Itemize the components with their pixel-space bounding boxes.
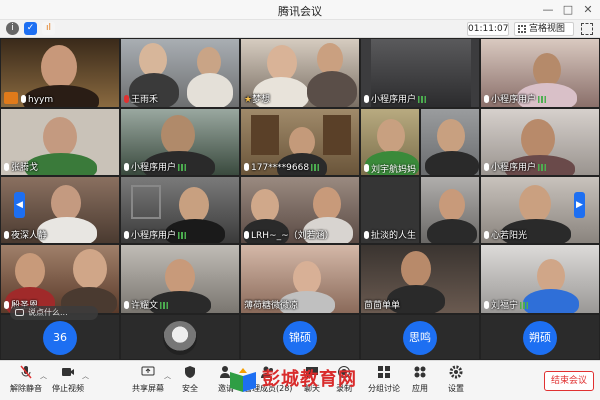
watermark-text: 彭城教育网 <box>262 369 357 390</box>
participant-tile[interactable]: 殷圣恩 <box>0 244 120 314</box>
participant-tile[interactable]: 扯淡的人生 <box>360 176 420 244</box>
participant-tile[interactable]: 王雨禾 <box>120 38 240 108</box>
participant-name: 小程序用户 <box>491 95 537 105</box>
participant-name: 177****9668 <box>251 163 310 173</box>
security-label: 安全 <box>182 384 198 393</box>
participant-tile[interactable]: 张腾戈 <box>0 108 120 176</box>
participant-tile[interactable]: ★梦想 <box>240 38 360 108</box>
participant-tile[interactable]: 锦硕 <box>240 314 360 360</box>
chevron-up-icon[interactable]: ︿ <box>82 371 89 381</box>
participant-name: 梦想 <box>252 95 271 105</box>
participant-name: 刘宇航妈妈 <box>371 165 417 175</box>
gear-icon <box>449 365 463 379</box>
apps-icon <box>414 366 426 378</box>
title-bar: 腾讯会议 — □ ✕ <box>0 0 600 20</box>
avatar: 36 <box>43 321 77 355</box>
comment-input[interactable]: 说点什么... <box>10 306 98 320</box>
participant-name: 小程序用户 <box>131 231 177 241</box>
participant-name: 王雨禾 <box>131 95 159 105</box>
apps-label: 应用 <box>412 384 428 393</box>
participant-tile[interactable]: 许耀文 <box>120 244 240 314</box>
settings-label: 设置 <box>448 384 464 393</box>
participant-name: 张腾戈 <box>11 163 39 173</box>
apps-button[interactable]: 应用 <box>400 365 440 399</box>
signal-icon[interactable]: ıl <box>42 22 55 35</box>
avatar: 思鸣 <box>403 321 437 355</box>
minimize-icon[interactable]: — <box>540 2 556 18</box>
participant-name: 薄荷糖微微凉 <box>244 301 299 311</box>
participant-tile[interactable]: 小程序用户 <box>480 38 600 108</box>
participant-tile[interactable] <box>420 108 480 176</box>
host-icon <box>4 92 18 104</box>
participant-tile[interactable]: LRH~_~（刘若涵） <box>240 176 360 244</box>
participant-name: 夜深人静 <box>11 231 48 241</box>
watermark-logo-icon <box>230 368 256 392</box>
close-icon[interactable]: ✕ <box>580 2 596 18</box>
participant-tile[interactable]: 36 <box>0 314 120 360</box>
participant-tile[interactable]: 小程序用户 <box>480 108 600 176</box>
end-meeting-button[interactable]: 结束会议 <box>544 371 594 391</box>
comment-icon <box>15 309 24 316</box>
participant-tile[interactable] <box>120 314 240 360</box>
fullscreen-icon[interactable] <box>581 23 593 35</box>
video-camera-icon <box>62 368 74 376</box>
breakout-rooms-label: 分组讨论 <box>368 384 400 393</box>
unmute-label: 解除静音 <box>10 384 42 393</box>
avatar: 朔硕 <box>523 321 557 355</box>
meeting-timer: 01:11:07 <box>467 22 509 36</box>
participant-name: hyym <box>28 95 54 105</box>
avatar: 锦硕 <box>283 321 317 355</box>
shield-icon[interactable]: ✓ <box>24 22 37 35</box>
participant-name: 心若阳光 <box>491 231 528 241</box>
maximize-icon[interactable]: □ <box>560 2 576 18</box>
avatar <box>163 321 197 355</box>
participant-tile[interactable]: 小程序用户 <box>360 38 480 108</box>
participant-tile[interactable]: 朔硕 <box>480 314 600 360</box>
meeting-toolbar: i ✓ ıl 01:11:07 宫格视图 <box>0 20 600 38</box>
comment-placeholder: 说点什么... <box>28 308 68 317</box>
settings-button[interactable]: 设置 <box>436 365 476 399</box>
participant-tile[interactable]: 茴茴单单 <box>360 244 480 314</box>
participant-name: LRH~_~（刘若涵） <box>251 231 334 241</box>
participant-name: 扯淡的人生 <box>371 231 417 241</box>
participant-name: 茴茴单单 <box>364 301 401 311</box>
participant-tile[interactable]: 薄荷糖微微凉 <box>240 244 360 314</box>
participant-tile[interactable]: 小程序用户 <box>120 108 240 176</box>
participant-tile[interactable]: 刘福宁 <box>480 244 600 314</box>
shield-icon <box>185 366 195 378</box>
stop-video-label: 停止视频 <box>52 384 84 393</box>
participant-tile[interactable]: hyym <box>0 38 120 108</box>
participant-name: 刘福宁 <box>491 301 519 311</box>
share-screen-icon <box>141 366 155 376</box>
participant-tile[interactable]: 思鸣 <box>360 314 480 360</box>
view-mode-button[interactable]: 宫格视图 <box>514 22 574 36</box>
participant-name: 许耀文 <box>131 301 159 311</box>
participant-name: 小程序用户 <box>371 95 417 105</box>
participant-name: 小程序用户 <box>491 163 537 173</box>
prev-page-arrow-icon[interactable]: ◀ <box>14 192 25 218</box>
view-mode-label: 宫格视图 <box>529 24 566 34</box>
security-button[interactable]: 安全 <box>170 365 210 399</box>
breakout-rooms-button[interactable]: 分组讨论 <box>364 365 404 399</box>
share-screen-button[interactable]: 共享屏幕 <box>128 365 168 399</box>
participant-name: 小程序用户 <box>131 163 177 173</box>
share-screen-label: 共享屏幕 <box>132 384 164 393</box>
breakout-rooms-icon <box>378 366 390 378</box>
window-title: 腾讯会议 <box>278 5 322 18</box>
grid-icon <box>518 25 526 33</box>
next-page-arrow-icon[interactable]: ▶ <box>574 192 585 218</box>
microphone-muted-icon <box>20 365 32 379</box>
participant-tile[interactable] <box>420 176 480 244</box>
participant-tile[interactable]: 177****9668 <box>240 108 360 176</box>
chevron-up-icon[interactable]: ︿ <box>40 371 47 381</box>
participant-tile[interactable]: 小程序用户 <box>120 176 240 244</box>
info-icon[interactable]: i <box>6 22 19 35</box>
